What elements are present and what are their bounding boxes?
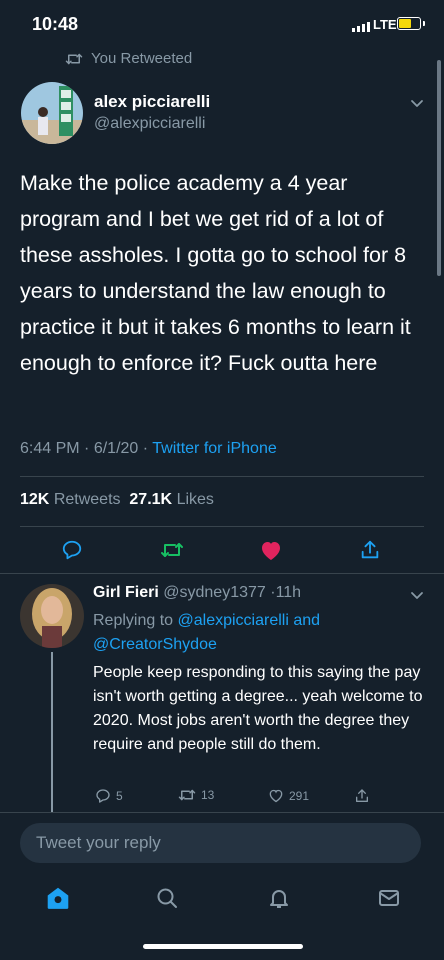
retweet-icon [65,53,83,64]
divider [20,526,424,527]
share-icon [356,789,368,802]
home-icon [47,887,69,909]
retweet-button[interactable] [158,536,186,564]
reply-like-button[interactable]: 291 [268,788,309,803]
share-icon [361,540,379,559]
compose-placeholder: Tweet your reply [36,833,161,852]
reply-retweets-count: 13 [201,788,215,802]
likes-count[interactable]: 27.1K [129,491,172,508]
reply-author-handle[interactable]: @sydney1377 [163,584,266,601]
meta-separator: · [84,440,90,457]
chevron-down-icon[interactable] [410,96,424,110]
retweet-icon [178,789,196,801]
retweet-context-label: You Retweeted [91,50,193,67]
reply-author-name[interactable]: Girl Fieri [93,584,159,601]
engagement-counts: 12K Retweets 27.1K Likes [20,491,214,509]
reply-retweet-button[interactable]: 13 [178,788,214,802]
retweet-context: You Retweeted [65,50,192,67]
tweet-time: 6:44 PM [20,440,80,457]
chevron-down-icon[interactable] [410,588,424,602]
heart-icon [269,789,283,803]
bell-icon [270,890,288,908]
search-icon [157,888,177,908]
replying-to-users[interactable]: @alexpicciarelli and [178,612,321,629]
replying-to-user[interactable]: @CreatorShydoe [93,636,217,653]
divider [0,812,444,813]
divider [0,573,444,574]
reply-button[interactable] [58,536,86,564]
tweet-text: Make the police academy a 4 year program… [20,171,411,375]
reply-avatar[interactable] [20,584,84,648]
author-handle[interactable]: @alexpicciarelli [94,115,205,133]
network-label: LTE [373,17,397,32]
thread-line [51,652,53,812]
like-button[interactable] [257,536,285,564]
reply-likes-count: 291 [289,788,310,803]
reply-reply-button[interactable]: 5 [95,788,123,804]
signal-icon [352,22,370,32]
meta-separator: · [142,440,149,457]
scrollbar[interactable] [437,60,441,276]
tab-search[interactable] [152,883,182,913]
battery-icon [397,17,425,30]
reply-icon [96,789,110,803]
tweet-source-link[interactable]: Twitter for iPhone [152,440,277,457]
divider [20,476,424,477]
tweet-date: 6/1/20 [93,440,139,457]
reply-share-button[interactable] [354,788,370,804]
author-name[interactable]: alex picciarelli [94,92,210,112]
reply-replies-count: 5 [116,789,123,803]
reply-age: 11h [275,584,302,601]
home-indicator[interactable] [143,944,303,949]
replying-to: Replying to @alexpicciarelli and @Creato… [93,609,413,657]
retweets-count[interactable]: 12K [20,491,49,508]
retweet-icon [161,543,183,557]
tab-notifications[interactable] [264,883,294,913]
author-avatar[interactable] [21,82,83,144]
replying-to-label: Replying to [93,612,174,629]
tab-home[interactable] [43,883,73,913]
reply-text: People keep responding to this saying th… [93,664,423,753]
heart-icon [262,542,280,560]
reply-icon [62,540,82,560]
status-time: 10:48 [32,14,79,34]
share-button[interactable] [356,536,384,564]
reply-compose-field[interactable]: Tweet your reply [20,823,421,863]
retweets-label[interactable]: Retweets [54,491,121,508]
tweet-meta: 6:44 PM · 6/1/20 · Twitter for iPhone [20,440,277,458]
likes-label[interactable]: Likes [177,491,214,508]
mail-icon [379,890,399,906]
tab-messages[interactable] [374,883,404,913]
reply-header: Girl Fieri @sydney1377 ·11h [93,584,301,602]
